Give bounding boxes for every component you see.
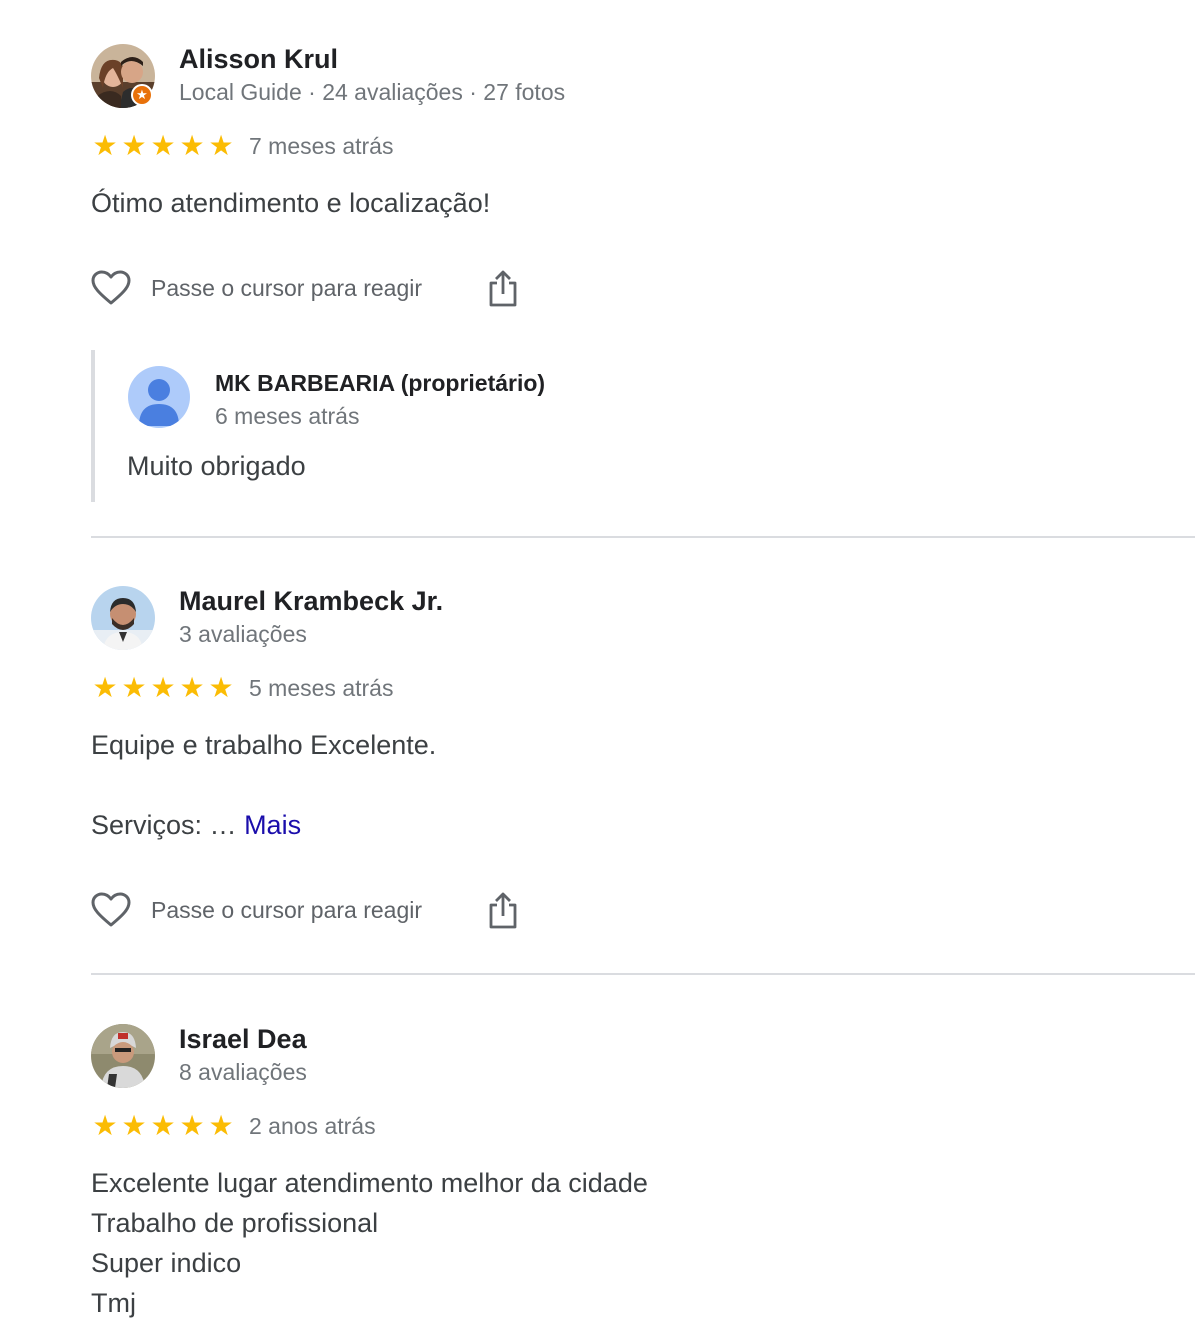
star-rating: ★ ★ ★ ★ ★ bbox=[91, 674, 235, 702]
star-icon: ★ bbox=[92, 1110, 118, 1141]
reviewer-name[interactable]: Alisson Krul bbox=[179, 44, 338, 75]
star-icon: ★ bbox=[150, 130, 176, 161]
star-icon: ★ bbox=[92, 672, 118, 703]
owner-name: MK BARBEARIA (proprietário) bbox=[215, 370, 546, 396]
star-icon: ★ bbox=[208, 672, 234, 703]
react-button[interactable] bbox=[91, 890, 131, 930]
rating-row: ★ ★ ★ ★ ★ 2 anos atrás bbox=[91, 1112, 376, 1140]
star-icon: ★ bbox=[150, 1110, 176, 1141]
review-time: 2 anos atrás bbox=[249, 1112, 376, 1139]
star-icon: ★ bbox=[92, 130, 118, 161]
review-divider bbox=[91, 973, 1195, 975]
react-label: Passe o cursor para reagir bbox=[151, 896, 423, 923]
star-icon: ★ bbox=[121, 672, 147, 703]
owner-reply-time: 6 meses atrás bbox=[215, 403, 360, 429]
review-text-line: Trabalho de profissional bbox=[91, 1208, 379, 1238]
review-text: Ótimo atendimento e localização! bbox=[91, 188, 491, 218]
owner-reply-text: Muito obrigado bbox=[127, 451, 306, 481]
star-icon: ★ bbox=[121, 130, 147, 161]
react-label: Passe o cursor para reagir bbox=[151, 274, 423, 301]
review-card: ★ Alisson Krul Local Guide · 24 avaliaçõ… bbox=[91, 0, 1195, 520]
review-card: Israel Dea 8 avaliações ★ ★ ★ ★ ★ 2 anos… bbox=[91, 978, 1195, 1331]
reviewer-avatar[interactable] bbox=[91, 586, 155, 650]
review-text-line: Excelente lugar atendimento melhor da ci… bbox=[91, 1168, 648, 1198]
reviewer-meta: 3 avaliações bbox=[179, 621, 307, 647]
services-label: Serviços: … bbox=[91, 810, 237, 840]
share-button[interactable] bbox=[486, 268, 520, 308]
heart-icon bbox=[91, 270, 131, 305]
review-actions: Passe o cursor para reagir bbox=[91, 268, 520, 308]
services-line: Serviços: … Mais bbox=[91, 810, 301, 841]
review-time: 5 meses atrás bbox=[249, 674, 394, 701]
heart-icon bbox=[91, 892, 131, 927]
star-icon: ★ bbox=[179, 672, 205, 703]
review-divider bbox=[91, 536, 1195, 538]
star-rating: ★ ★ ★ ★ ★ bbox=[91, 1112, 235, 1140]
star-icon: ★ bbox=[150, 672, 176, 703]
reviewer-meta: Local Guide · 24 avaliações · 27 fotos bbox=[179, 79, 566, 105]
star-icon: ★ bbox=[179, 130, 205, 161]
share-icon bbox=[489, 270, 517, 307]
star-icon: ★ bbox=[121, 1110, 147, 1141]
rating-row: ★ ★ ★ ★ ★ 7 meses atrás bbox=[91, 132, 393, 160]
local-guide-badge: ★ bbox=[131, 84, 153, 106]
review-text: Equipe e trabalho Excelente. bbox=[91, 730, 437, 760]
review-time: 7 meses atrás bbox=[249, 132, 394, 159]
review-text-line: Tmj bbox=[91, 1288, 136, 1318]
rating-row: ★ ★ ★ ★ ★ 5 meses atrás bbox=[91, 674, 393, 702]
star-icon: ★ bbox=[208, 130, 234, 161]
share-icon bbox=[489, 892, 517, 929]
star-icon: ★ bbox=[136, 87, 148, 102]
review-card: Maurel Krambeck Jr. 3 avaliações ★ ★ ★ ★… bbox=[91, 540, 1195, 970]
reviewer-meta: 8 avaliações bbox=[179, 1059, 307, 1085]
react-button[interactable] bbox=[91, 268, 131, 308]
review-actions: Passe o cursor para reagir bbox=[91, 890, 520, 930]
review-text-line: Super indico bbox=[91, 1248, 242, 1278]
share-button[interactable] bbox=[486, 890, 520, 930]
reviewer-avatar[interactable] bbox=[91, 1024, 155, 1088]
owner-reply: MK BARBEARIA (proprietário) 6 meses atrá… bbox=[91, 350, 1095, 502]
more-link[interactable]: Mais bbox=[244, 810, 301, 840]
star-icon: ★ bbox=[179, 1110, 205, 1141]
star-icon: ★ bbox=[208, 1110, 234, 1141]
owner-avatar bbox=[128, 366, 190, 428]
star-rating: ★ ★ ★ ★ ★ bbox=[91, 132, 235, 160]
reviewer-name[interactable]: Maurel Krambeck Jr. bbox=[179, 586, 443, 617]
reviewer-name[interactable]: Israel Dea bbox=[179, 1024, 307, 1055]
